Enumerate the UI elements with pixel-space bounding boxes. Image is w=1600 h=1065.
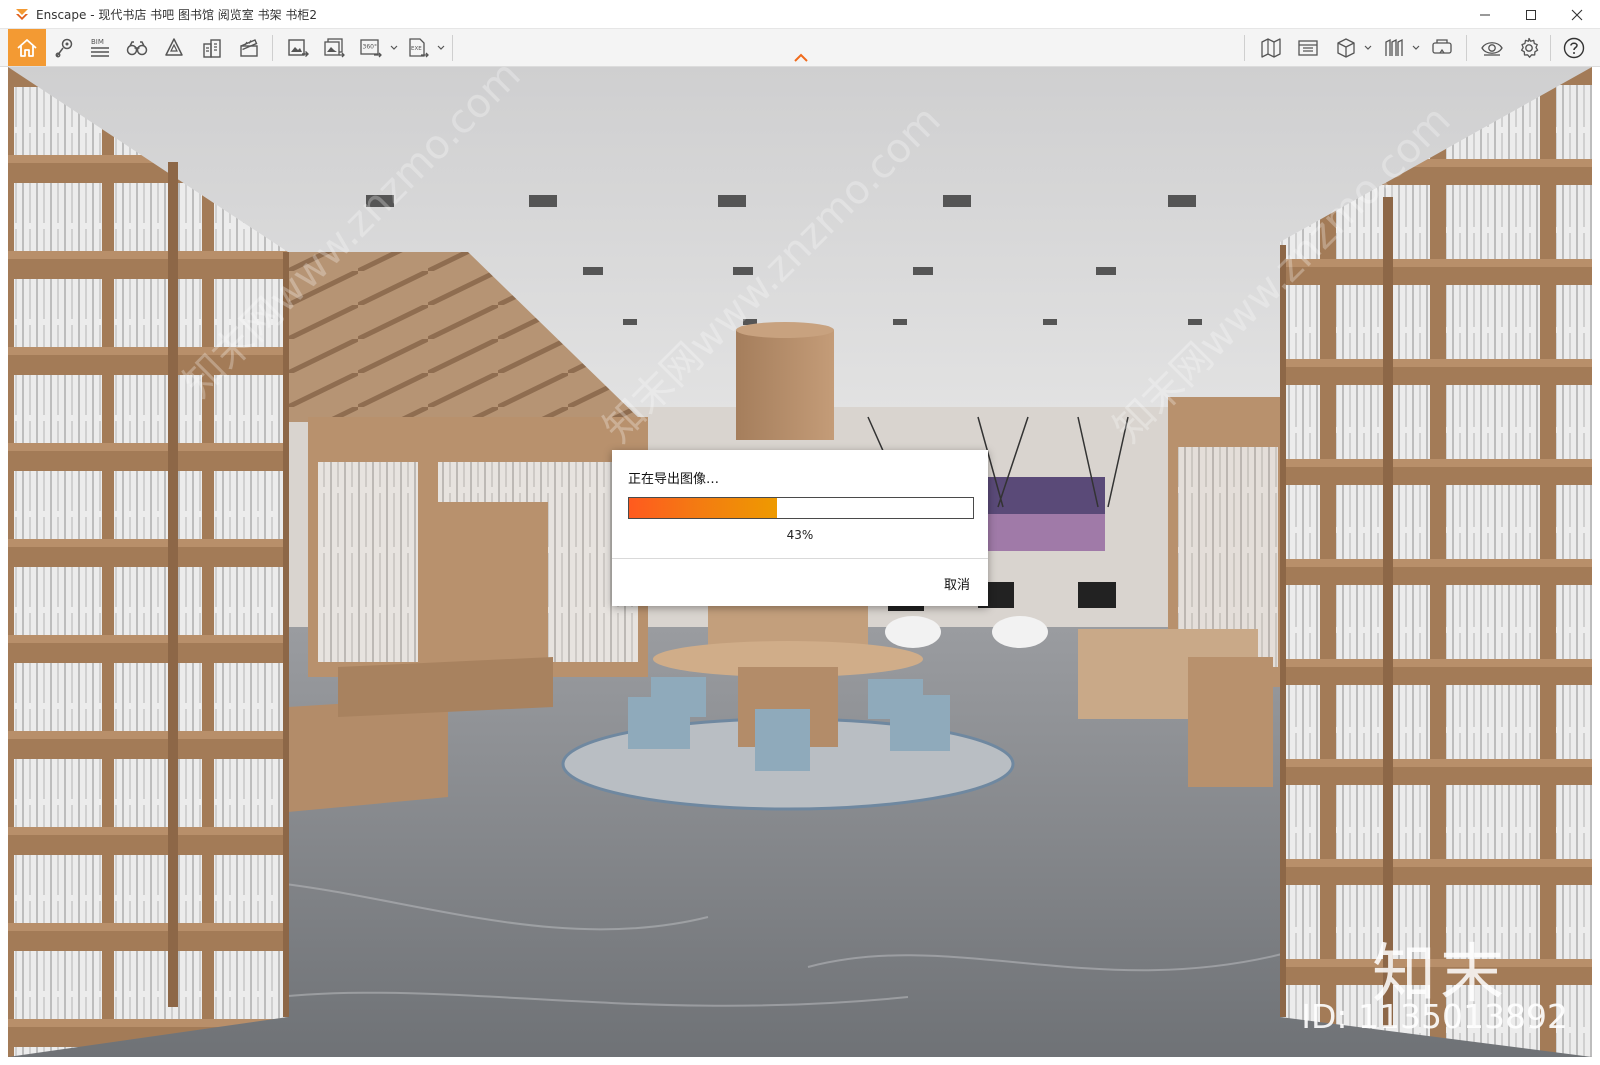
toolbar-separator bbox=[1244, 35, 1245, 61]
chevron-down-icon bbox=[1364, 45, 1372, 50]
location-pin-icon bbox=[55, 38, 73, 58]
toolbar-separator bbox=[452, 35, 453, 61]
exe-label: EXE bbox=[411, 46, 422, 52]
material-button[interactable] bbox=[1378, 32, 1410, 64]
chevron-down-icon bbox=[390, 45, 398, 50]
exe-export-icon: EXE bbox=[409, 38, 429, 58]
material-icon bbox=[1385, 38, 1403, 56]
buildings-icon bbox=[203, 39, 221, 58]
panorama-button[interactable]: 360° bbox=[355, 32, 387, 64]
export-progress-dialog: 正在导出图像… 43% 取消 bbox=[612, 450, 988, 606]
chevron-down-icon bbox=[437, 45, 445, 50]
asset-library-button[interactable] bbox=[1292, 32, 1324, 64]
video-button[interactable] bbox=[233, 32, 265, 64]
panorama-dropdown[interactable] bbox=[389, 40, 399, 56]
progress-bar bbox=[628, 497, 974, 519]
material-dropdown[interactable] bbox=[1411, 40, 1421, 56]
bim-icon: BIM bbox=[91, 38, 109, 57]
home-button[interactable] bbox=[8, 29, 46, 66]
3d-view-dropdown[interactable] bbox=[1363, 40, 1373, 56]
exe-export-dropdown[interactable] bbox=[436, 40, 446, 56]
progress-bar-fill bbox=[629, 498, 777, 518]
batch-render-button[interactable] bbox=[318, 32, 350, 64]
exe-export-button[interactable]: EXE bbox=[402, 32, 434, 64]
collapse-toolbar-chevron-icon[interactable] bbox=[793, 53, 809, 63]
title-bar: Enscape - 现代书店 书吧 图书馆 阅览室 书架 书柜2 bbox=[0, 0, 1600, 29]
help-icon bbox=[1563, 37, 1585, 59]
atmosphere-icon bbox=[165, 38, 183, 56]
dialog-title: 正在导出图像… bbox=[628, 472, 720, 487]
binoculars-icon bbox=[126, 41, 148, 56]
settings-button[interactable] bbox=[1513, 32, 1545, 64]
help-button[interactable] bbox=[1558, 32, 1590, 64]
cancel-button[interactable]: 取消 bbox=[944, 574, 970, 593]
minimize-icon bbox=[1480, 14, 1490, 15]
map-icon bbox=[1261, 38, 1281, 58]
progress-percentage: 43% bbox=[786, 528, 814, 542]
toolbar-separator bbox=[1550, 35, 1551, 61]
views-button[interactable] bbox=[48, 32, 80, 64]
close-button[interactable] bbox=[1554, 0, 1600, 29]
minimize-button[interactable] bbox=[1462, 0, 1508, 29]
walk-mode-button[interactable] bbox=[121, 32, 153, 64]
close-icon bbox=[1571, 9, 1583, 20]
cube-icon bbox=[1337, 38, 1355, 58]
toolbar-separator bbox=[272, 35, 273, 61]
eye-icon bbox=[1481, 42, 1503, 56]
map-button[interactable] bbox=[1255, 32, 1287, 64]
screenshot-button[interactable] bbox=[282, 32, 314, 64]
dialog-divider bbox=[612, 558, 988, 559]
panorama-360-icon: 360° bbox=[360, 39, 382, 58]
buildings-button[interactable] bbox=[196, 32, 228, 64]
maximize-button[interactable] bbox=[1508, 0, 1554, 29]
maximize-icon bbox=[1526, 9, 1536, 20]
enscape-window: Enscape - 现代书店 书吧 图书馆 阅览室 书架 书柜2 BIM 360… bbox=[0, 0, 1600, 1065]
panorama-label: 360° bbox=[363, 44, 377, 51]
chevron-down-icon bbox=[1412, 45, 1420, 50]
clapperboard-icon bbox=[240, 39, 258, 57]
bim-label: BIM bbox=[91, 38, 104, 46]
asset-library-icon bbox=[1298, 40, 1318, 56]
visual-settings-button[interactable] bbox=[1476, 32, 1508, 64]
enscape-logo-icon bbox=[16, 9, 28, 20]
window-controls bbox=[1462, 0, 1600, 29]
image-export-icon bbox=[288, 39, 309, 57]
atmosphere-button[interactable] bbox=[158, 32, 190, 64]
bim-button[interactable]: BIM bbox=[84, 32, 116, 64]
home-icon bbox=[17, 38, 37, 57]
toolbar-separator bbox=[1466, 35, 1467, 61]
window-title: Enscape - 现代书店 书吧 图书馆 阅览室 书架 书柜2 bbox=[36, 7, 318, 22]
image-id-watermark: ID: 1135013892 bbox=[1301, 997, 1568, 1036]
batch-render-icon bbox=[324, 38, 345, 58]
vr-button[interactable] bbox=[1426, 32, 1458, 64]
gear-icon bbox=[1520, 37, 1539, 58]
vr-headset-icon bbox=[1432, 39, 1452, 54]
3d-view-button[interactable] bbox=[1330, 32, 1362, 64]
